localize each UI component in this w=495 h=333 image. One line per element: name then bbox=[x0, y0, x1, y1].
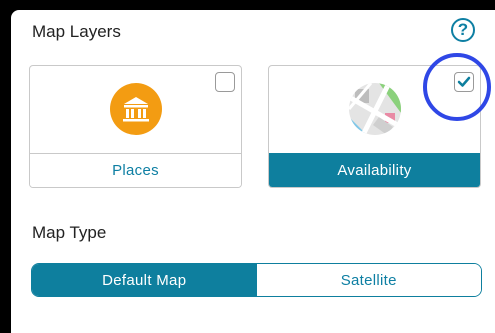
layer-card-places[interactable]: Places bbox=[29, 65, 242, 188]
places-checkbox[interactable] bbox=[215, 72, 235, 92]
museum-icon bbox=[109, 83, 162, 135]
availability-checkbox[interactable] bbox=[454, 72, 474, 92]
availability-label: Availability bbox=[269, 153, 480, 187]
layer-card-availability[interactable]: Availability bbox=[268, 65, 481, 188]
map-settings-panel: Map Layers ? Places Availability Map Typ… bbox=[11, 10, 495, 333]
map-layers-title: Map Layers bbox=[32, 22, 121, 41]
map-type-title: Map Type bbox=[32, 223, 107, 242]
help-button[interactable]: ? bbox=[451, 18, 475, 42]
places-label: Places bbox=[30, 153, 241, 187]
map-icon bbox=[348, 83, 401, 135]
segment-default-map[interactable]: Default Map bbox=[32, 264, 257, 296]
segment-satellite[interactable]: Satellite bbox=[256, 264, 481, 296]
map-type-segmented-control: Default Map Satellite bbox=[31, 263, 482, 297]
help-icon: ? bbox=[457, 20, 469, 39]
checkmark-icon bbox=[457, 76, 471, 87]
